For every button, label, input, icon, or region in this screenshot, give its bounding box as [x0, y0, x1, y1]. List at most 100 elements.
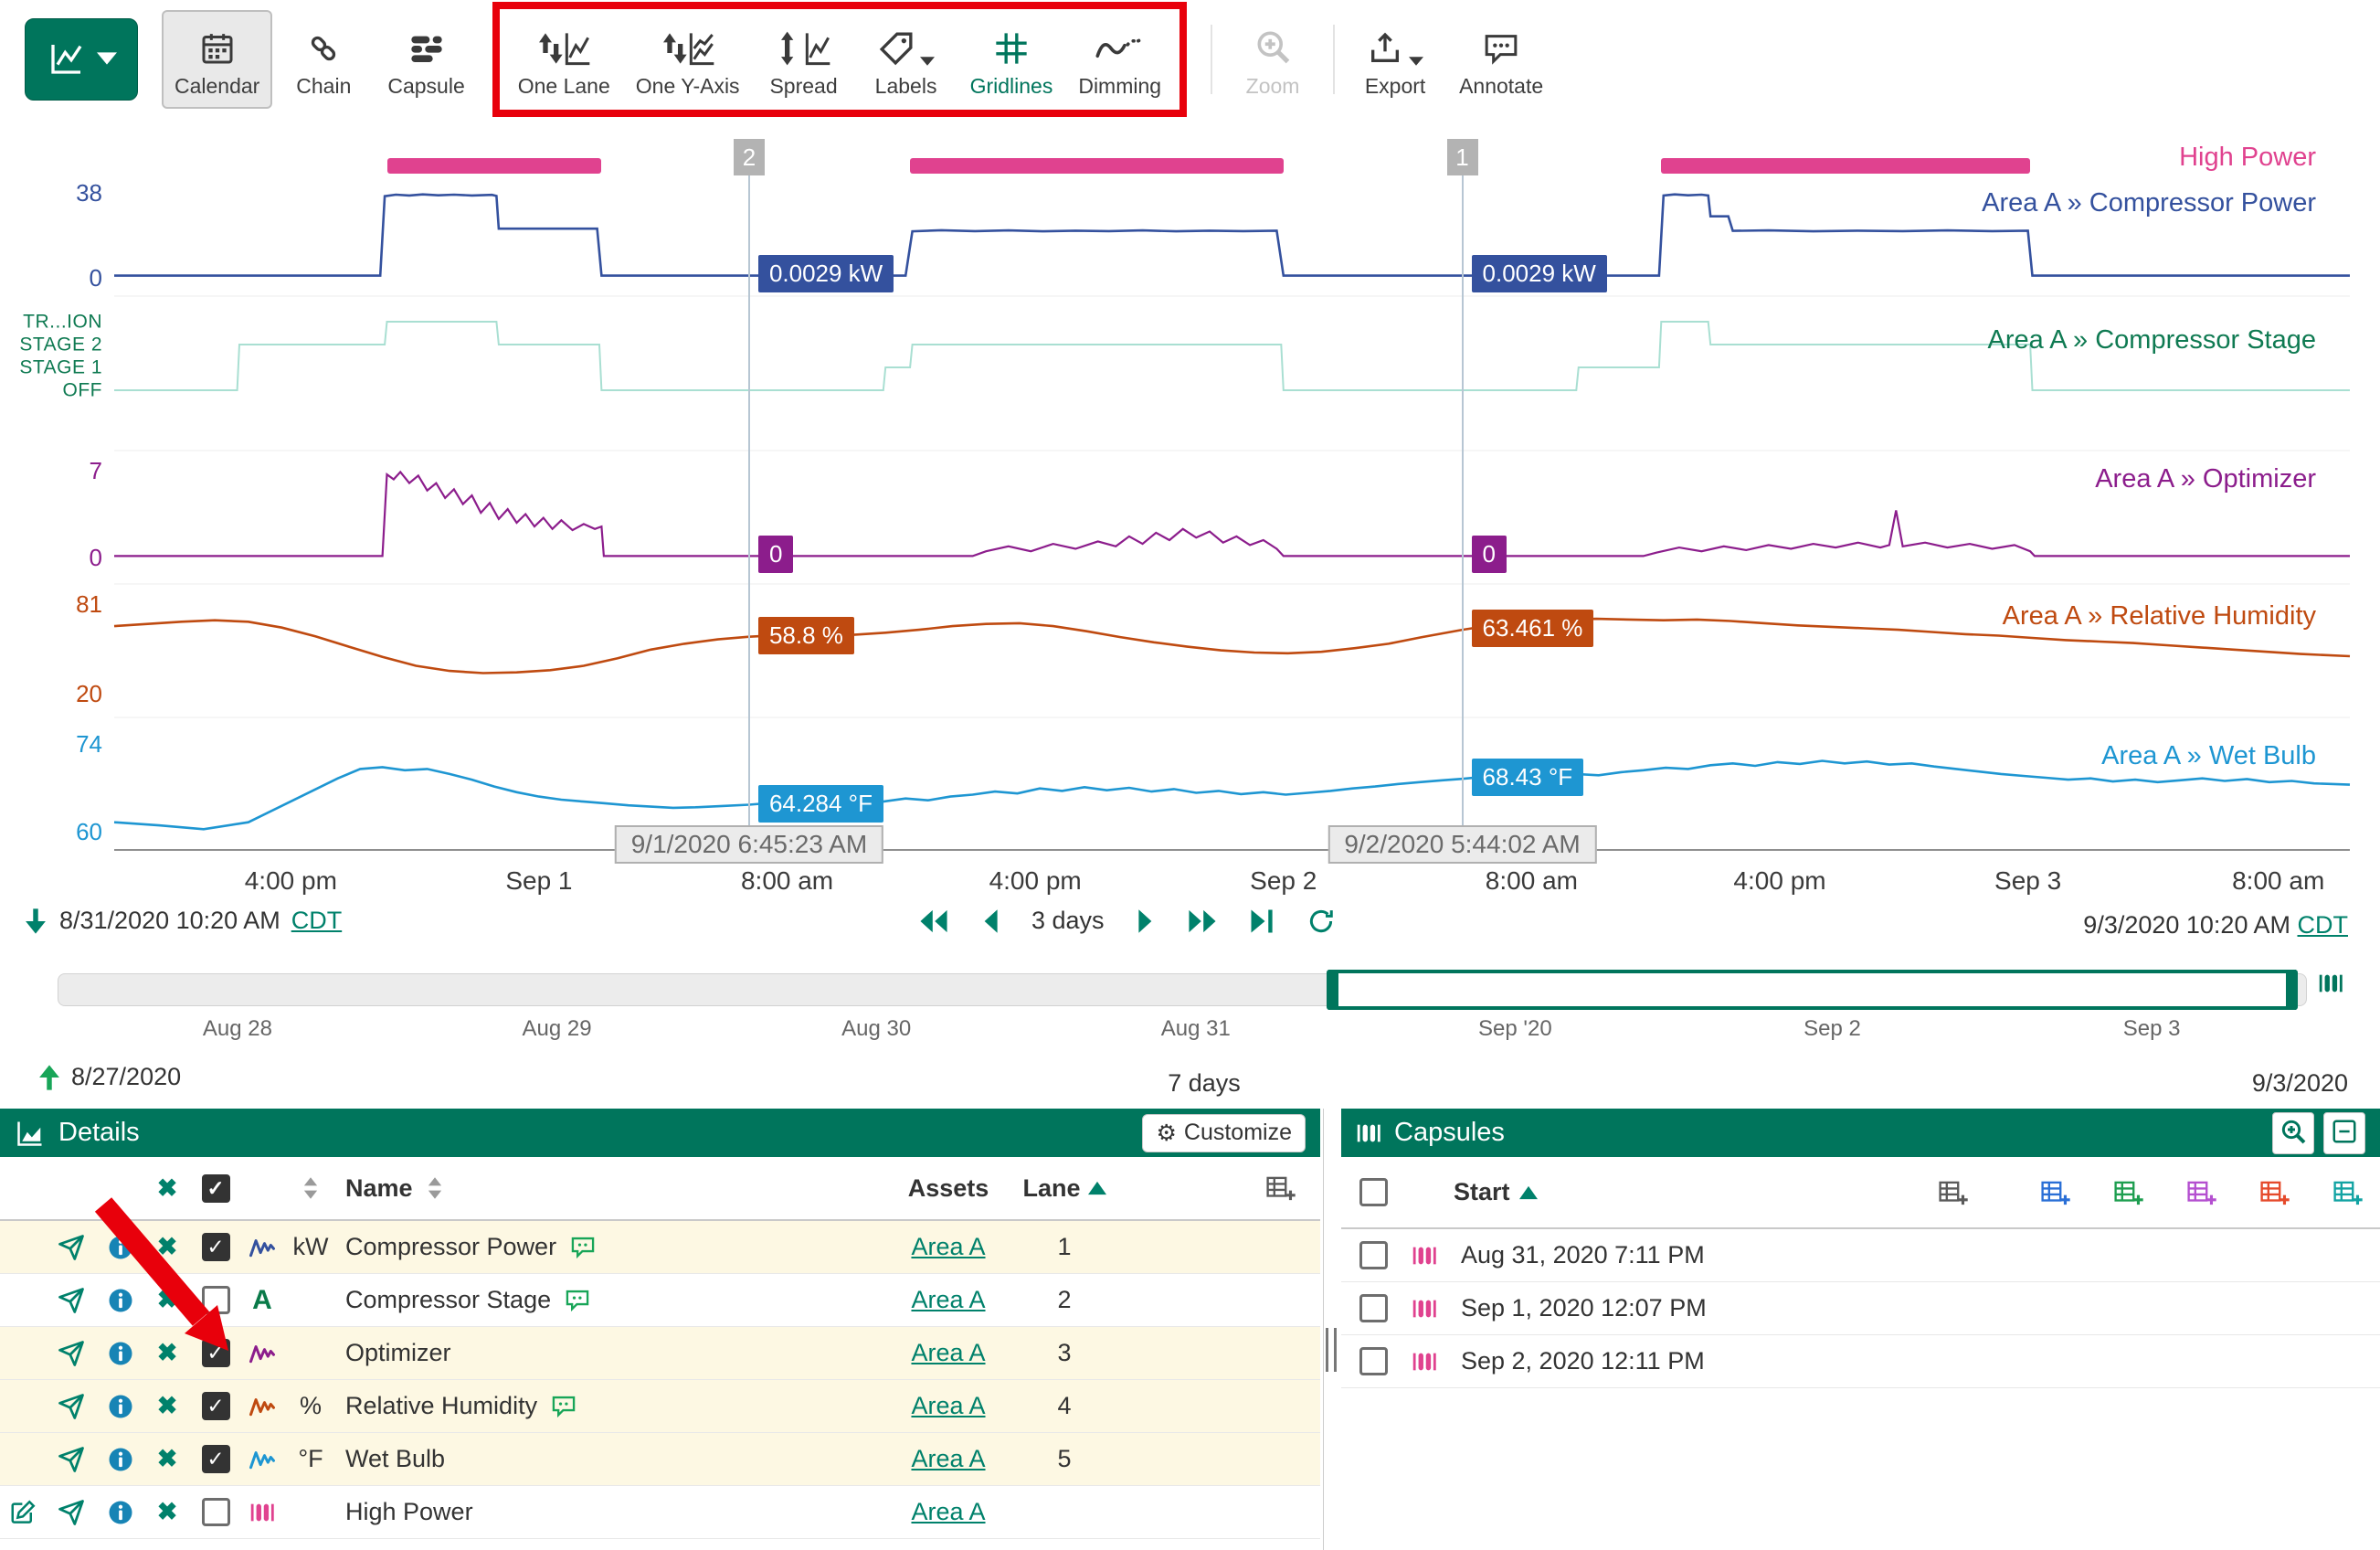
name-column-header[interactable]: Name — [338, 1157, 884, 1219]
visibility-checkbox[interactable]: ✓ — [190, 1486, 241, 1538]
details-row-compressor-power[interactable]: ✖✓kWCompressor PowerArea A1 — [0, 1221, 1320, 1274]
capsule-row[interactable]: ✓Aug 31, 2020 7:11 PM — [1341, 1229, 2380, 1282]
asset-link[interactable]: Area A — [884, 1274, 1012, 1326]
capsule-row[interactable]: ✓Sep 2, 2020 12:11 PM — [1341, 1335, 2380, 1388]
selection-handle-right[interactable] — [2286, 970, 2298, 1010]
duration-label[interactable]: 3 days — [1031, 907, 1105, 935]
info-icon[interactable] — [97, 1433, 144, 1485]
go-to-now-button[interactable] — [1249, 908, 1276, 934]
navigate-item-icon[interactable] — [46, 1221, 97, 1273]
comment-icon[interactable] — [564, 1288, 591, 1313]
trend-line-wet-bulb[interactable] — [114, 761, 2350, 830]
details-row-compressor-stage[interactable]: ✖✓ACompressor StageArea A2 — [0, 1274, 1320, 1327]
workbench-logo-button[interactable] — [25, 18, 138, 101]
timezone-link[interactable]: CDT — [2298, 911, 2349, 939]
info-icon[interactable] — [97, 1486, 144, 1538]
visibility-checkbox[interactable]: ✓ — [190, 1433, 241, 1485]
pan-forward-full-button[interactable] — [1187, 908, 1218, 934]
cursor-line[interactable] — [748, 141, 750, 827]
capsule-checkbox[interactable]: ✓ — [1359, 1294, 1388, 1322]
navigate-item-icon[interactable] — [46, 1486, 97, 1538]
selection-handle-left[interactable] — [1327, 970, 1338, 1010]
toolbar-button-one-y-axis[interactable]: One Y-Axis — [623, 10, 753, 109]
remove-icon[interactable]: ✖ — [144, 1486, 190, 1538]
select-all-capsules-checkbox[interactable]: ✓ — [1359, 1178, 1388, 1206]
comment-icon[interactable] — [569, 1235, 597, 1260]
asset-link[interactable]: Area A — [884, 1327, 1012, 1379]
visibility-checkbox[interactable]: ✓ — [190, 1380, 241, 1432]
lane-column-header[interactable]: Lane — [1012, 1157, 1116, 1219]
info-icon[interactable] — [97, 1327, 144, 1379]
edit-icon[interactable] — [0, 1486, 46, 1538]
toolbar-button-spread[interactable]: Spread — [753, 10, 855, 109]
add-column-icon[interactable] — [1938, 1178, 1969, 1207]
add-signal-column-icon[interactable] — [2186, 1178, 2217, 1207]
zoom-to-capsule-button[interactable] — [2272, 1112, 2314, 1154]
asset-link[interactable]: Area A — [884, 1380, 1012, 1432]
add-signal-column-icon[interactable] — [2040, 1178, 2071, 1207]
remove-icon[interactable]: ✖ — [144, 1327, 190, 1379]
trend-chart[interactable]: 380Area A » Compressor PowerHigh PowerTR… — [0, 119, 2380, 905]
capsule-bar[interactable] — [910, 158, 1284, 174]
toolbar-button-gridlines[interactable]: Gridlines — [957, 10, 1066, 109]
info-icon[interactable] — [97, 1380, 144, 1432]
navigate-item-icon[interactable] — [46, 1433, 97, 1485]
add-column-icon[interactable] — [1116, 1157, 1320, 1219]
visibility-checkbox[interactable]: ✓ — [190, 1221, 241, 1273]
toolbar-button-labels[interactable]: Labels — [855, 10, 957, 109]
capsule-timeline-icon[interactable] — [2318, 971, 2343, 1001]
timezone-link[interactable]: CDT — [291, 907, 343, 935]
trend-line-optimizer[interactable] — [114, 472, 2350, 556]
navigate-item-icon[interactable] — [46, 1380, 97, 1432]
toolbar-button-export[interactable]: Export — [1344, 10, 1446, 109]
remove-all-button[interactable]: ✖ — [144, 1157, 190, 1219]
toolbar-button-chain[interactable]: Chain — [272, 10, 375, 109]
toolbar-button-dimming[interactable]: Dimming — [1065, 10, 1174, 109]
move-range-start-button[interactable] — [23, 908, 48, 935]
toolbar-button-annotate[interactable]: Annotate — [1446, 10, 1556, 109]
resize-grip-icon[interactable] — [1326, 1328, 1337, 1372]
visibility-checkbox[interactable]: ✓ — [190, 1327, 241, 1379]
capsule-row[interactable]: ✓Sep 1, 2020 12:07 PM — [1341, 1282, 2380, 1335]
info-icon[interactable] — [97, 1221, 144, 1273]
info-icon[interactable] — [97, 1274, 144, 1326]
customize-button[interactable]: ⚙ Customize — [1142, 1114, 1306, 1152]
panel-resize-divider[interactable] — [1320, 1109, 1341, 1550]
collapse-panel-button[interactable] — [2323, 1112, 2365, 1154]
timeline-selection[interactable] — [1328, 970, 2296, 1010]
visibility-checkbox[interactable]: ✓ — [190, 1274, 241, 1326]
toolbar-button-calendar[interactable]: Calendar — [162, 10, 272, 109]
auto-update-button[interactable] — [1307, 908, 1335, 935]
toolbar-button-zoom[interactable]: Zoom — [1222, 10, 1324, 109]
start-column-header[interactable]: Start — [1454, 1178, 1538, 1206]
comment-icon[interactable] — [550, 1394, 577, 1419]
capsule-checkbox[interactable]: ✓ — [1359, 1347, 1388, 1375]
toolbar-button-one-lane[interactable]: One Lane — [505, 10, 623, 109]
remove-icon[interactable]: ✖ — [144, 1274, 190, 1326]
asset-link[interactable]: Area A — [884, 1433, 1012, 1485]
details-row-relative-humidity[interactable]: ✖✓%Relative HumidityArea A4 — [0, 1380, 1320, 1433]
pan-back-full-button[interactable] — [918, 908, 949, 934]
cursor-number-badge[interactable]: 1 — [1447, 139, 1478, 175]
asset-link[interactable]: Area A — [884, 1486, 1012, 1538]
pan-forward-button[interactable] — [1136, 908, 1156, 934]
add-signal-column-icon[interactable] — [2332, 1178, 2364, 1207]
asset-link[interactable]: Area A — [884, 1221, 1012, 1273]
navigate-item-icon[interactable] — [46, 1327, 97, 1379]
cursor-number-badge[interactable]: 2 — [734, 139, 765, 175]
navigate-item-icon[interactable] — [46, 1274, 97, 1326]
select-all-checkbox[interactable]: ✓ — [190, 1157, 241, 1219]
remove-icon[interactable]: ✖ — [144, 1433, 190, 1485]
capsule-checkbox[interactable]: ✓ — [1359, 1241, 1388, 1269]
add-signal-column-icon[interactable] — [2113, 1178, 2144, 1207]
assets-column-header[interactable]: Assets — [884, 1157, 1012, 1219]
details-row-wet-bulb[interactable]: ✖✓°FWet BulbArea A5 — [0, 1433, 1320, 1486]
remove-icon[interactable]: ✖ — [144, 1221, 190, 1273]
details-row-high-power[interactable]: ✖✓High PowerArea A — [0, 1486, 1320, 1539]
pan-back-button[interactable] — [980, 908, 1000, 934]
sort-type-icon[interactable] — [283, 1157, 338, 1219]
details-row-optimizer[interactable]: ✖✓OptimizerArea A3 — [0, 1327, 1320, 1380]
toolbar-button-capsule[interactable]: Capsule — [375, 10, 477, 109]
add-signal-column-icon[interactable] — [2259, 1178, 2290, 1207]
remove-icon[interactable]: ✖ — [144, 1380, 190, 1432]
